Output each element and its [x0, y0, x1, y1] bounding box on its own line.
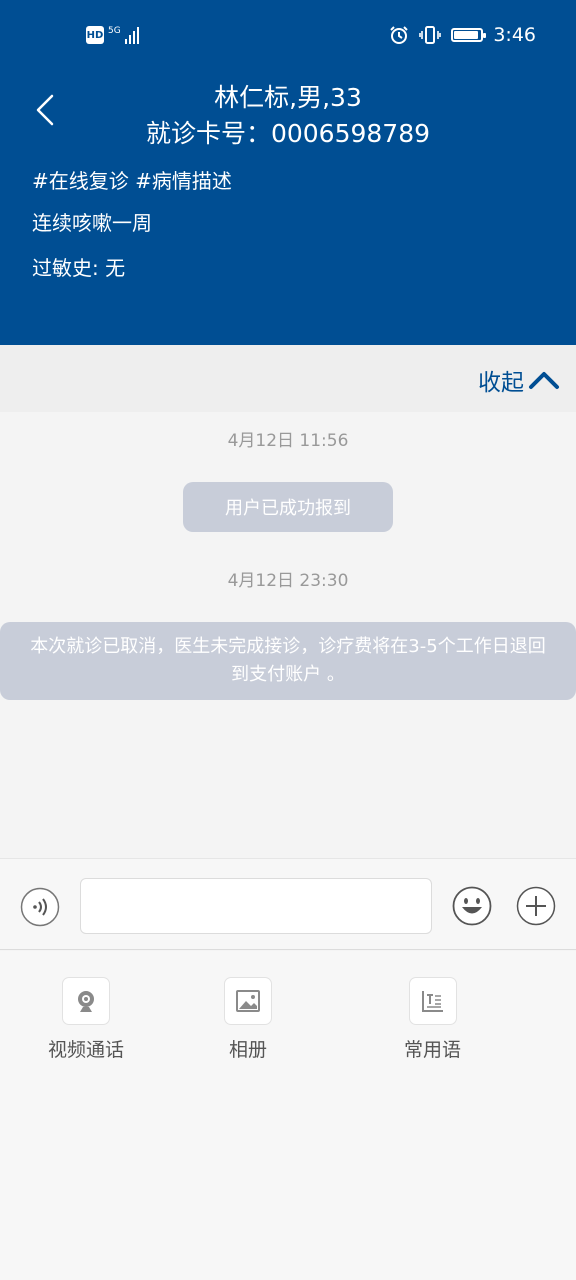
- tool-album[interactable]: 相册: [224, 977, 272, 1062]
- collapse-button[interactable]: 收起: [478, 363, 560, 397]
- phrases-icon: [408, 977, 457, 1025]
- hd-badge: HD: [86, 26, 104, 44]
- tool-video-call[interactable]: 视频通话: [48, 977, 124, 1062]
- clock: 3:46: [493, 24, 536, 46]
- chat-area[interactable]: 4月12日 11:56 用户已成功报到 4月12日 23:30 本次就诊已取消，…: [0, 412, 576, 858]
- tool-label: 相册: [228, 1039, 267, 1061]
- patient-info: 林仁标,男,33: [214, 83, 362, 112]
- tool-panel: 视频通话 相册 常用语: [0, 951, 576, 1280]
- battery-icon: [451, 28, 487, 42]
- message-input[interactable]: [80, 878, 432, 934]
- collapse-label: 收起: [478, 370, 524, 396]
- video-camera-icon: [62, 977, 110, 1025]
- patient-header: HD 5G 3:46 林仁标,男,33 就诊卡号：0006598789 #在线复…: [0, 0, 576, 345]
- status-bar: HD 5G 3:46: [0, 0, 576, 72]
- alarm-icon: [390, 26, 409, 44]
- voice-input-button[interactable]: [20, 887, 60, 927]
- checkin-notice: 用户已成功报到: [183, 482, 393, 532]
- tool-label: 视频通话: [48, 1039, 125, 1061]
- emoji-button[interactable]: [452, 886, 492, 926]
- image-icon: [224, 977, 272, 1025]
- network-label: 5G: [108, 26, 121, 36]
- signal-icon: [124, 26, 139, 44]
- collapse-bar: 收起: [0, 345, 576, 412]
- input-bar: [0, 858, 576, 950]
- visit-card-number: 就诊卡号：0006598789: [145, 119, 431, 148]
- message-timestamp: 4月12日 11:56: [227, 431, 349, 451]
- tool-label: 常用语: [404, 1039, 462, 1061]
- visit-tags: #在线复诊 #病情描述: [32, 169, 232, 193]
- cancel-notice: 本次就诊已取消，医生未完成接诊，诊疗费将在3-5个工作日退回到支付账户 。: [0, 622, 576, 700]
- chief-complaint: 连续咳嗽一周: [32, 211, 152, 235]
- allergy-history: 过敏史: 无: [32, 256, 126, 280]
- chevron-up-icon: [529, 372, 559, 389]
- tool-common-phrases[interactable]: 常用语: [404, 977, 461, 1062]
- vibrate-icon: [419, 26, 442, 44]
- more-options-button[interactable]: [516, 886, 556, 926]
- message-timestamp: 4月12日 23:30: [227, 571, 349, 591]
